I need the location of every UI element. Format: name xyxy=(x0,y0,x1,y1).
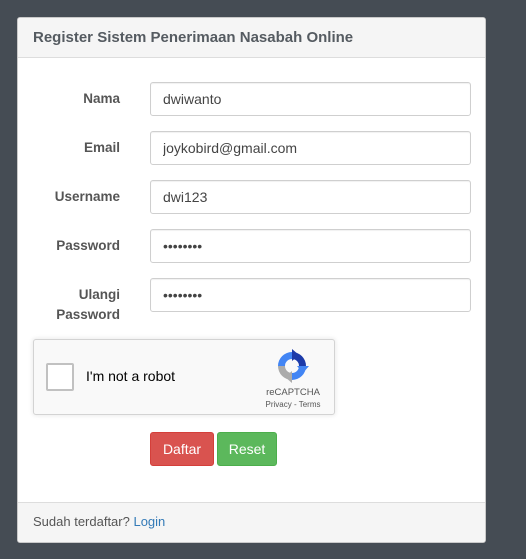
email-input[interactable] xyxy=(150,131,471,165)
recaptcha-brand: reCAPTCHA xyxy=(266,387,320,398)
password-label: Password xyxy=(56,238,120,253)
username-input[interactable] xyxy=(150,180,471,214)
daftar-button[interactable]: Daftar xyxy=(150,432,214,466)
login-link[interactable]: Login xyxy=(133,514,165,529)
username-label: Username xyxy=(54,189,120,204)
recaptcha-privacy-link[interactable]: Privacy xyxy=(266,400,292,409)
footer-text: Sudah terdaftar? xyxy=(33,514,134,529)
recaptcha-widget: I'm not a robot reCAPTCHA Privacy - Term… xyxy=(33,339,335,415)
recaptcha-label: I'm not a robot xyxy=(86,368,176,384)
nama-input[interactable] xyxy=(150,82,471,116)
recaptcha-terms-link[interactable]: Terms xyxy=(299,400,321,409)
ulangi-password-label-line1: Ulangi xyxy=(78,287,120,302)
ulangi-password-input[interactable] xyxy=(150,278,471,312)
recaptcha-logo-icon xyxy=(278,349,309,383)
email-label: Email xyxy=(83,140,120,155)
panel-title: Register Sistem Penerimaan Nasabah Onlin… xyxy=(18,18,485,58)
recaptcha-links: Privacy - Terms xyxy=(256,400,330,409)
ulangi-password-label: Ulangi Password xyxy=(18,285,120,325)
panel-footer: Sudah terdaftar? Login xyxy=(18,502,485,542)
recaptcha-checkbox[interactable] xyxy=(46,363,74,391)
password-input[interactable] xyxy=(150,229,471,263)
register-panel: Register Sistem Penerimaan Nasabah Onlin… xyxy=(17,17,486,543)
ulangi-password-label-line2: Password xyxy=(56,307,120,322)
reset-button[interactable]: Reset xyxy=(217,432,277,466)
nama-label: Nama xyxy=(83,91,120,106)
recaptcha-link-separator: - xyxy=(291,400,299,409)
